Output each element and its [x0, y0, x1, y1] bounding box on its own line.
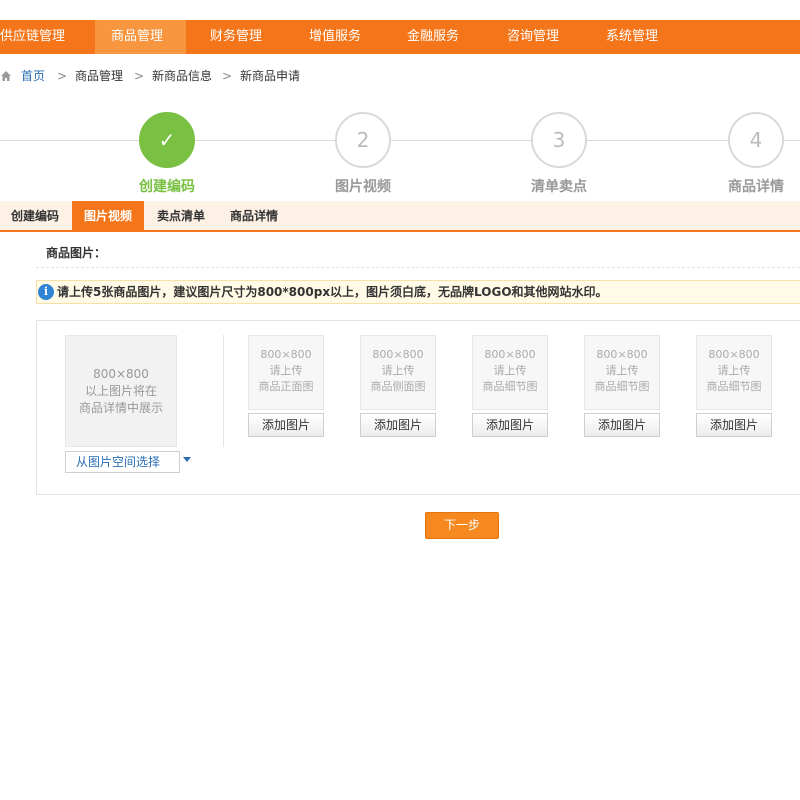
- nav-item-system[interactable]: 系统管理: [606, 20, 666, 54]
- image-slot-detail-3: 800×800 请上传 商品细节图 添加图片: [696, 335, 772, 437]
- nav-item-products[interactable]: 商品管理: [95, 20, 186, 54]
- main-image-preview[interactable]: 800×800 以上图片将在 商品详情中展示: [65, 335, 177, 447]
- breadcrumb-separator: >: [134, 69, 145, 83]
- chevron-down-icon[interactable]: [183, 457, 191, 462]
- slot-hint-text: 请上传: [605, 364, 639, 377]
- tab-create-code[interactable]: 创建编码: [0, 201, 70, 230]
- next-step-button[interactable]: 下一步: [425, 512, 499, 539]
- notice-text: 请上传5张商品图片，建议图片尺寸为800*800px以上，图片须白底，无品牌LO…: [57, 285, 608, 299]
- steps-progress-line: [0, 140, 800, 141]
- image-slot-detail-1: 800×800 请上传 商品细节图 添加图片: [472, 335, 548, 437]
- nav-item-supply-chain[interactable]: 供应链管理: [0, 20, 68, 54]
- step-3-label: 清单卖点: [531, 179, 587, 195]
- add-image-button[interactable]: 添加图片: [472, 413, 548, 437]
- add-image-button[interactable]: 添加图片: [584, 413, 660, 437]
- slot-size-text: 800×800: [596, 348, 648, 361]
- preview-size-text: 800×800: [93, 367, 149, 381]
- nav-item-financial-services[interactable]: 金融服务: [407, 20, 467, 54]
- add-image-button[interactable]: 添加图片: [696, 413, 772, 437]
- add-image-button[interactable]: 添加图片: [360, 413, 436, 437]
- slot-hint-text: 请上传: [269, 364, 303, 377]
- nav-item-value-added[interactable]: 增值服务: [309, 20, 369, 54]
- breadcrumb-item-current: 新商品申请: [240, 69, 301, 83]
- image-space-select[interactable]: 从图片空间选择: [65, 451, 180, 473]
- breadcrumb-home-link[interactable]: 首页: [21, 66, 45, 86]
- image-placeholder[interactable]: 800×800 请上传 商品细节图: [696, 335, 772, 410]
- image-placeholder[interactable]: 800×800 请上传 商品侧面图: [360, 335, 436, 410]
- panel-divider: [223, 335, 224, 447]
- image-slot-detail-2: 800×800 请上传 商品细节图 添加图片: [584, 335, 660, 437]
- slot-hint-text: 商品细节图: [482, 380, 538, 393]
- nav-item-finance[interactable]: 财务管理: [210, 20, 270, 54]
- slot-size-text: 800×800: [372, 348, 424, 361]
- slot-hint-text: 商品正面图: [258, 380, 314, 393]
- image-slot-front: 800×800 请上传 商品正面图 添加图片: [248, 335, 324, 437]
- page: 供应链管理 商品管理 财务管理 增值服务 金融服务 咨询管理 系统管理 首页 >…: [0, 0, 800, 800]
- step-1-check-icon: ✓: [139, 112, 195, 168]
- home-icon: [1, 71, 11, 81]
- slot-size-text: 800×800: [708, 348, 760, 361]
- top-nav: 供应链管理 商品管理 财务管理 增值服务 金融服务 咨询管理 系统管理: [0, 20, 800, 54]
- slot-hint-text: 请上传: [493, 364, 527, 377]
- section-divider: [36, 267, 800, 268]
- slot-hint-text: 商品细节图: [706, 380, 762, 393]
- breadcrumb-item-new-product-info[interactable]: 新商品信息: [152, 66, 212, 86]
- tab-product-details[interactable]: 商品详情: [219, 201, 289, 230]
- section-title: 商品图片：: [46, 246, 107, 260]
- slot-hint-text: 商品侧面图: [370, 380, 426, 393]
- breadcrumb-separator: >: [57, 69, 68, 83]
- image-placeholder[interactable]: 800×800 请上传 商品细节图: [472, 335, 548, 410]
- preview-hint-text: 以上图片将在: [84, 384, 157, 398]
- step-2-number: 2: [335, 112, 391, 168]
- step-4-label: 商品详情: [728, 179, 784, 195]
- info-icon: i: [38, 284, 54, 300]
- sub-tabs: 创建编码 图片视频 卖点清单 商品详情: [0, 201, 800, 232]
- step-1-label: 创建编码: [139, 179, 195, 195]
- slot-hint-text: 商品细节图: [594, 380, 650, 393]
- upload-notice: i 请上传5张商品图片，建议图片尺寸为800*800px以上，图片须白底，无品牌…: [36, 280, 800, 304]
- add-image-button[interactable]: 添加图片: [248, 413, 324, 437]
- image-placeholder[interactable]: 800×800 请上传 商品正面图: [248, 335, 324, 410]
- slot-hint-text: 请上传: [381, 364, 415, 377]
- step-2-label: 图片视频: [335, 179, 391, 195]
- slot-hint-text: 请上传: [717, 364, 751, 377]
- step-3-number: 3: [531, 112, 587, 168]
- tab-images-video[interactable]: 图片视频: [72, 201, 144, 230]
- breadcrumb-separator: >: [222, 69, 233, 83]
- slot-size-text: 800×800: [484, 348, 536, 361]
- image-upload-panel: 800×800 以上图片将在 商品详情中展示 从图片空间选择 800×800 请…: [36, 320, 800, 495]
- image-placeholder[interactable]: 800×800 请上传 商品细节图: [584, 335, 660, 410]
- breadcrumb-item-product-management[interactable]: 商品管理: [75, 66, 123, 86]
- tab-selling-points[interactable]: 卖点清单: [147, 201, 215, 230]
- step-4-number: 4: [728, 112, 784, 168]
- slot-size-text: 800×800: [260, 348, 312, 361]
- nav-item-consulting[interactable]: 咨询管理: [507, 20, 567, 54]
- image-slot-side: 800×800 请上传 商品侧面图 添加图片: [360, 335, 436, 437]
- preview-hint-text: 商品详情中展示: [78, 401, 163, 415]
